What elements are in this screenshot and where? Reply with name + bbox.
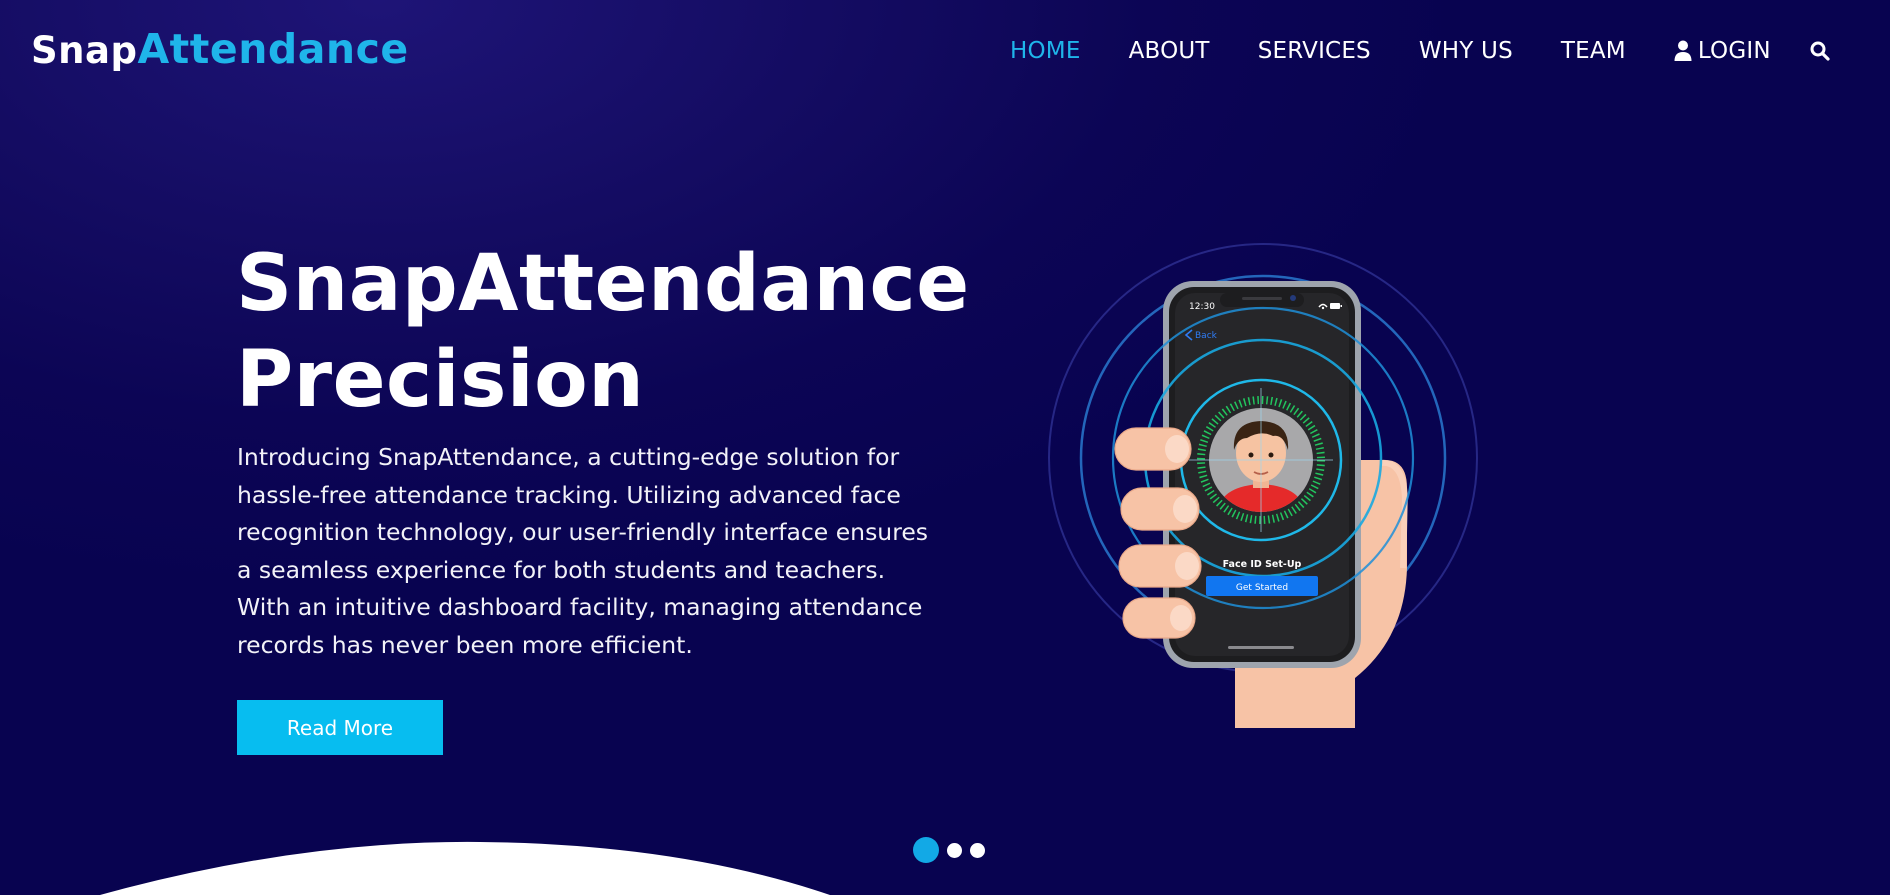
main-nav: HOME ABOUT SERVICES WHY US TEAM LOGIN xyxy=(1010,36,1831,66)
nav-why-us[interactable]: WHY US xyxy=(1419,36,1513,66)
hero-title-line1: SnapAttendance xyxy=(236,239,970,329)
nav-team[interactable]: TEAM xyxy=(1561,36,1626,66)
nav-login[interactable]: LOGIN xyxy=(1674,36,1771,66)
brand-logo[interactable]: SnapAttendance xyxy=(31,26,409,74)
search-icon[interactable] xyxy=(1809,40,1831,62)
user-icon xyxy=(1674,40,1692,61)
read-more-button[interactable]: Read More xyxy=(237,700,443,755)
hero-title-line2: Precision xyxy=(236,335,645,425)
phone-back-link: Back xyxy=(1195,331,1218,341)
phone-time: 12:30 xyxy=(1189,302,1215,312)
hero-description: Introducing SnapAttendance, a cutting-ed… xyxy=(237,443,929,659)
face-recognition-illustration: 12:30 Back Face ID Set-Up Get Started xyxy=(1048,243,1478,728)
phone-get-started-label: Get Started xyxy=(1236,583,1288,593)
nav-services[interactable]: SERVICES xyxy=(1258,36,1371,66)
brand-logo-part2: Attendance xyxy=(137,25,409,73)
nav-home[interactable]: HOME xyxy=(1010,36,1081,66)
hero-title: SnapAttendance Precision xyxy=(236,236,970,428)
bottom-wave xyxy=(100,841,830,895)
phone-setup-label: Face ID Set-Up xyxy=(1223,559,1302,570)
nav-login-label: LOGIN xyxy=(1697,38,1771,64)
site-header: SnapAttendance HOME ABOUT SERVICES WHY U… xyxy=(0,0,1890,100)
nav-about[interactable]: ABOUT xyxy=(1129,36,1210,66)
brand-logo-part1: Snap xyxy=(31,29,138,72)
